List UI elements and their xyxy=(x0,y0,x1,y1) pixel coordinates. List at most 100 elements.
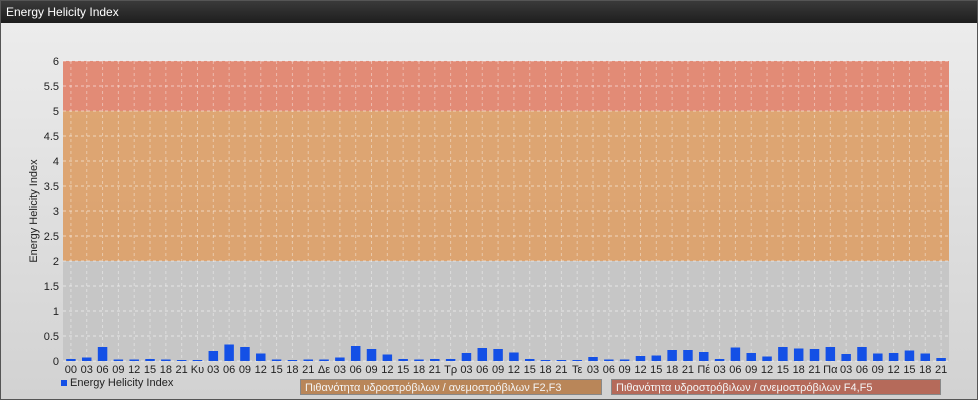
y-tick-label: 5 xyxy=(53,106,59,118)
x-tick-label: 15 xyxy=(270,364,282,376)
y-axis-label: Energy Helicity Index xyxy=(28,159,40,263)
bar[interactable] xyxy=(888,353,899,361)
y-tick-label: 2 xyxy=(53,256,59,268)
x-tick-label: 06 xyxy=(476,364,488,376)
bar[interactable] xyxy=(350,346,361,361)
bar[interactable] xyxy=(683,350,693,361)
x-tick-label: 21 xyxy=(555,364,567,376)
chart-panel: 0 0.5 1 1.5 2 2.5 3 3.5 4 4.5 5 5.5 6 00 03 06 09 12 15 18… xyxy=(1,23,977,399)
bar[interactable] xyxy=(619,359,630,362)
bar[interactable] xyxy=(572,360,582,361)
bar[interactable] xyxy=(651,355,662,362)
bar[interactable] xyxy=(240,347,250,361)
x-tick-label: 03 xyxy=(207,364,219,376)
bar[interactable] xyxy=(825,347,836,361)
x-tick-label: Πέ xyxy=(697,364,710,376)
bar[interactable] xyxy=(366,349,377,361)
bar[interactable] xyxy=(430,359,440,361)
band-legend-f4-f5[interactable]: Πιθανότητα υδροστρόβιλων / ανεμοστρόβιλω… xyxy=(611,379,941,395)
bar[interactable] xyxy=(477,348,488,361)
bar[interactable] xyxy=(730,347,741,362)
x-tick-label: Τε xyxy=(572,364,583,376)
bar[interactable] xyxy=(841,354,851,361)
bar[interactable] xyxy=(113,359,124,362)
y-tick-label: 0.5 xyxy=(44,331,59,343)
x-tick-label: 15 xyxy=(144,364,156,376)
bar[interactable] xyxy=(714,359,725,361)
bar[interactable] xyxy=(287,360,298,361)
x-tick-label: 15 xyxy=(903,364,915,376)
bar[interactable] xyxy=(809,349,820,361)
bar[interactable] xyxy=(604,359,614,362)
x-tick-label: 12 xyxy=(255,364,267,376)
bar[interactable] xyxy=(873,353,883,362)
bar[interactable] xyxy=(256,353,266,362)
y-tick-label: 4.5 xyxy=(44,131,59,143)
x-tick-label: 12 xyxy=(128,364,140,376)
bar[interactable] xyxy=(556,360,567,361)
x-tick-label: 09 xyxy=(239,364,251,376)
x-tick-label: 15 xyxy=(397,364,409,376)
x-tick-label: 18 xyxy=(413,364,425,376)
x-tick-label: 09 xyxy=(492,364,504,376)
bar[interactable] xyxy=(635,356,646,361)
bar[interactable] xyxy=(904,350,915,362)
bar[interactable] xyxy=(208,351,219,361)
x-tick-label: 15 xyxy=(524,364,536,376)
bar[interactable] xyxy=(920,353,931,362)
bar[interactable] xyxy=(192,360,203,361)
y-axis-ticks: 0 0.5 1 1.5 2 2.5 3 3.5 4 4.5 5 5.5 6 xyxy=(44,56,59,368)
x-tick-label: 09 xyxy=(365,364,377,376)
bar[interactable] xyxy=(382,354,393,362)
legend[interactable]: Energy Helicity Index xyxy=(61,377,173,389)
x-tick-label: 21 xyxy=(935,364,947,376)
bar[interactable] xyxy=(161,359,171,362)
x-tick-label: 18 xyxy=(286,364,298,376)
x-tick-label: Κυ xyxy=(191,364,204,376)
x-tick-label: 09 xyxy=(745,364,757,376)
bar[interactable] xyxy=(857,347,867,361)
bar[interactable] xyxy=(445,359,456,361)
x-tick-label: 21 xyxy=(682,364,694,376)
bar[interactable] xyxy=(588,357,598,361)
bar[interactable] xyxy=(66,359,76,361)
y-tick-label: 4 xyxy=(53,156,59,168)
bar[interactable] xyxy=(303,359,313,362)
bar[interactable] xyxy=(271,359,282,362)
bar[interactable] xyxy=(524,359,535,361)
x-tick-label: 21 xyxy=(429,364,441,376)
bar[interactable] xyxy=(335,357,345,362)
window-title: Energy Helicity Index xyxy=(1,1,977,23)
x-tick-label: Δε xyxy=(318,364,330,376)
bar[interactable] xyxy=(746,353,756,361)
bar[interactable] xyxy=(493,349,503,361)
x-tick-label: 06 xyxy=(223,364,235,376)
bar[interactable] xyxy=(319,359,329,362)
bar[interactable] xyxy=(793,348,804,362)
x-tick-label: 12 xyxy=(634,364,646,376)
bar[interactable] xyxy=(398,359,408,361)
bar[interactable] xyxy=(699,352,709,361)
bar[interactable] xyxy=(81,357,92,362)
y-tick-label: 3 xyxy=(53,206,59,218)
x-tick-label: 09 xyxy=(619,364,631,376)
x-tick-label: 03 xyxy=(334,364,346,376)
bar[interactable] xyxy=(667,350,677,361)
bar[interactable] xyxy=(936,358,946,361)
bar[interactable] xyxy=(540,360,551,361)
bar[interactable] xyxy=(509,352,519,362)
bar[interactable] xyxy=(778,347,788,361)
band-legend-f2-f3[interactable]: Πιθανότητα υδροστρόβιλων / ανεμοστρόβιλω… xyxy=(300,379,602,395)
bar[interactable] xyxy=(129,359,139,362)
bar[interactable] xyxy=(145,359,155,361)
bar[interactable] xyxy=(176,360,187,361)
bar[interactable] xyxy=(97,347,108,361)
x-tick-label: 06 xyxy=(856,364,868,376)
y-tick-label: 1.5 xyxy=(44,281,59,293)
x-tick-label: 06 xyxy=(96,364,108,376)
x-tick-label: 21 xyxy=(176,364,188,376)
bar[interactable] xyxy=(414,359,424,362)
bar[interactable] xyxy=(461,353,472,361)
bar[interactable] xyxy=(224,344,234,362)
bar[interactable] xyxy=(762,356,772,362)
